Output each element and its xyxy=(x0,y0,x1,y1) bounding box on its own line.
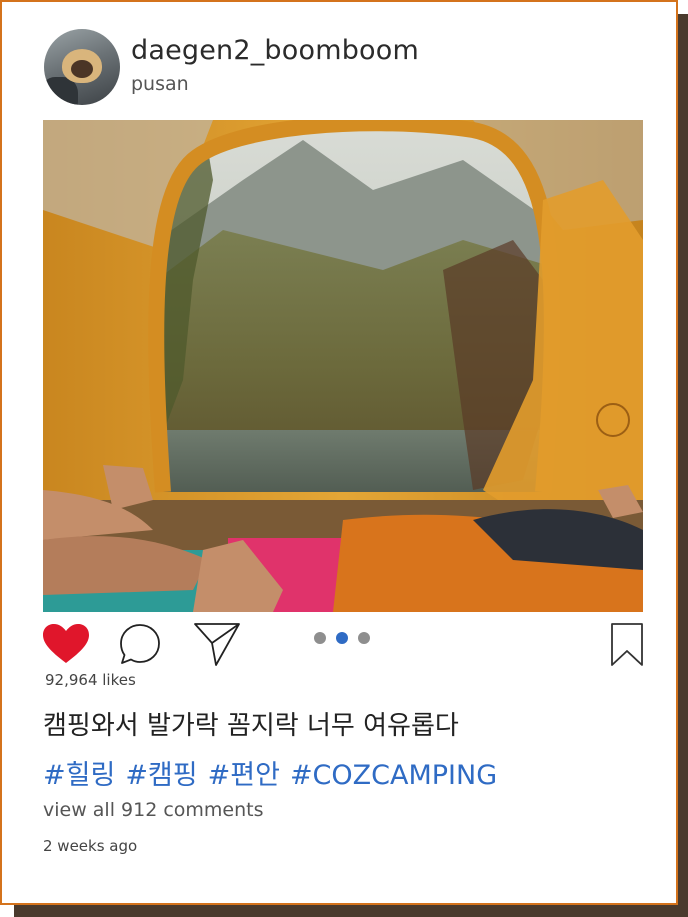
location[interactable]: pusan xyxy=(131,73,189,95)
hashtag-link[interactable]: #COZCAMPING xyxy=(290,760,497,791)
heart-icon[interactable] xyxy=(42,623,90,665)
likes-count[interactable]: 92,964 likes xyxy=(45,671,136,689)
carousel-dot[interactable] xyxy=(314,632,326,644)
post-timestamp: 2 weeks ago xyxy=(43,837,138,855)
carousel-dot[interactable] xyxy=(358,632,370,644)
view-comments-link[interactable]: view all 912 comments xyxy=(43,799,264,821)
caption-text: 캠핑와서 발가락 꼼지락 너무 여유롭다 xyxy=(43,711,459,741)
carousel-dot-active[interactable] xyxy=(336,632,348,644)
post-photo[interactable] xyxy=(43,120,643,612)
tent-view-illustration xyxy=(43,120,643,612)
send-icon[interactable] xyxy=(193,621,241,667)
hashtag-link[interactable]: #힐링 xyxy=(43,760,115,791)
post-card: daegen2_boomboom pusan 92,964 likes 캠핑와서… xyxy=(0,0,678,905)
hashtag-link[interactable]: #편안 xyxy=(208,760,280,791)
hashtag-list: #힐링 #캠핑 #편안 #COZCAMPING xyxy=(43,753,507,792)
username[interactable]: daegen2_boomboom xyxy=(131,35,419,66)
avatar[interactable] xyxy=(44,29,120,105)
comment-icon[interactable] xyxy=(119,623,161,665)
avatar-pug-mask xyxy=(71,60,93,78)
bookmark-icon[interactable] xyxy=(610,622,644,667)
hashtag-link[interactable]: #캠핑 xyxy=(125,760,197,791)
carousel-indicator xyxy=(314,632,374,646)
